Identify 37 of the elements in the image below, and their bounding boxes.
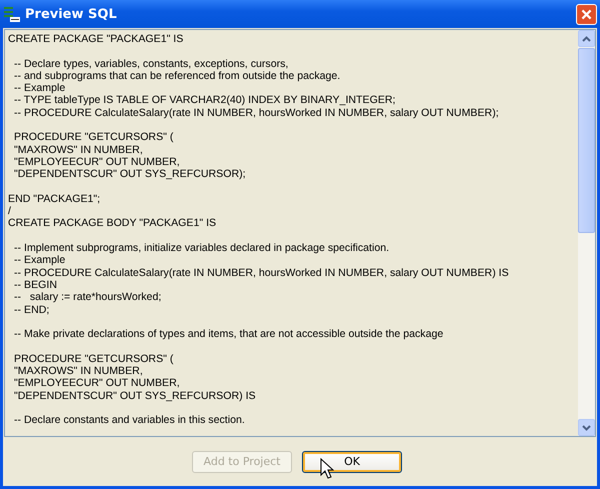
code-line: -- TYPE tableType IS TABLE OF VARCHAR2(40) INDEX BY BINARY_INTEGER; (14, 94, 396, 107)
code-line: CREATE PACKAGE "PACKAGE1" IS (8, 33, 184, 46)
code-line: / (8, 205, 12, 218)
code-line: "MAXROWS" IN NUMBER, (14, 365, 144, 378)
code-line: -- Example (14, 254, 66, 267)
code-line: "EMPLOYEECUR" OUT NUMBER, (14, 156, 181, 168)
code-line: -- PROCEDURE CalculateSalary(rate IN NUMBER, hoursWorked IN NUMBER, salary OUT NUMBER) IS (14, 266, 510, 279)
code-line: CREATE PACKAGE BODY "PACKAGE1" IS (8, 217, 218, 230)
mouse-pointer-icon (320, 458, 334, 480)
scroll-thumb[interactable] (578, 48, 595, 233)
code-line: "DEPENDENTSCUR" OUT SYS_REFCURSOR) IS (14, 390, 257, 402)
scroll-up-button[interactable] (578, 30, 595, 47)
code-line: -- END; (14, 304, 50, 316)
code-line: END "PACKAGE1"; (8, 192, 102, 206)
code-line: PROCEDURE "GETCURSORS" ( (14, 131, 174, 144)
database-icon (3, 5, 21, 23)
code-line: -- Declare constants and variables in this section. (14, 414, 246, 426)
code-line: -- Example (14, 82, 66, 94)
code-line: -- Declare types, variables, constants, exceptions, cursors, (14, 58, 290, 70)
code-line: "EMPLOYEECUR" OUT NUMBER, (14, 377, 181, 390)
code-line: -- Implement subprograms, initialize variables declared in package specification. (14, 242, 390, 254)
chevron-down-icon (582, 424, 591, 430)
code-line: -- salary := rate*hoursWorked; (14, 291, 162, 304)
chevron-up-icon (582, 36, 591, 42)
ok-button[interactable]: OK (302, 450, 402, 472)
code-line: -- BEGIN (14, 278, 58, 292)
scroll-down-button[interactable] (578, 419, 595, 436)
close-button[interactable] (576, 4, 597, 24)
code-line: -- PROCEDURE CalculateSalary(rate IN NUMBER, hoursWorked IN NUMBER, salary OUT NUMBER); (14, 106, 500, 120)
code-line: PROCEDURE "GETCURSORS" ( (14, 352, 174, 366)
code-line: "DEPENDENTSCUR" OUT SYS_REFCURSOR); (14, 168, 247, 181)
code-line: "MAXROWS" IN NUMBER, (14, 144, 144, 156)
vertical-scrollbar[interactable] (578, 30, 595, 436)
code-line: -- and subprograms that can be referenced from outside the package. (14, 70, 342, 82)
window-title: Preview SQL (25, 6, 118, 22)
sql-text-area[interactable] (4, 29, 596, 437)
code-line: -- Make private declarations of types and items, that are not accessible outside the package (14, 328, 444, 340)
